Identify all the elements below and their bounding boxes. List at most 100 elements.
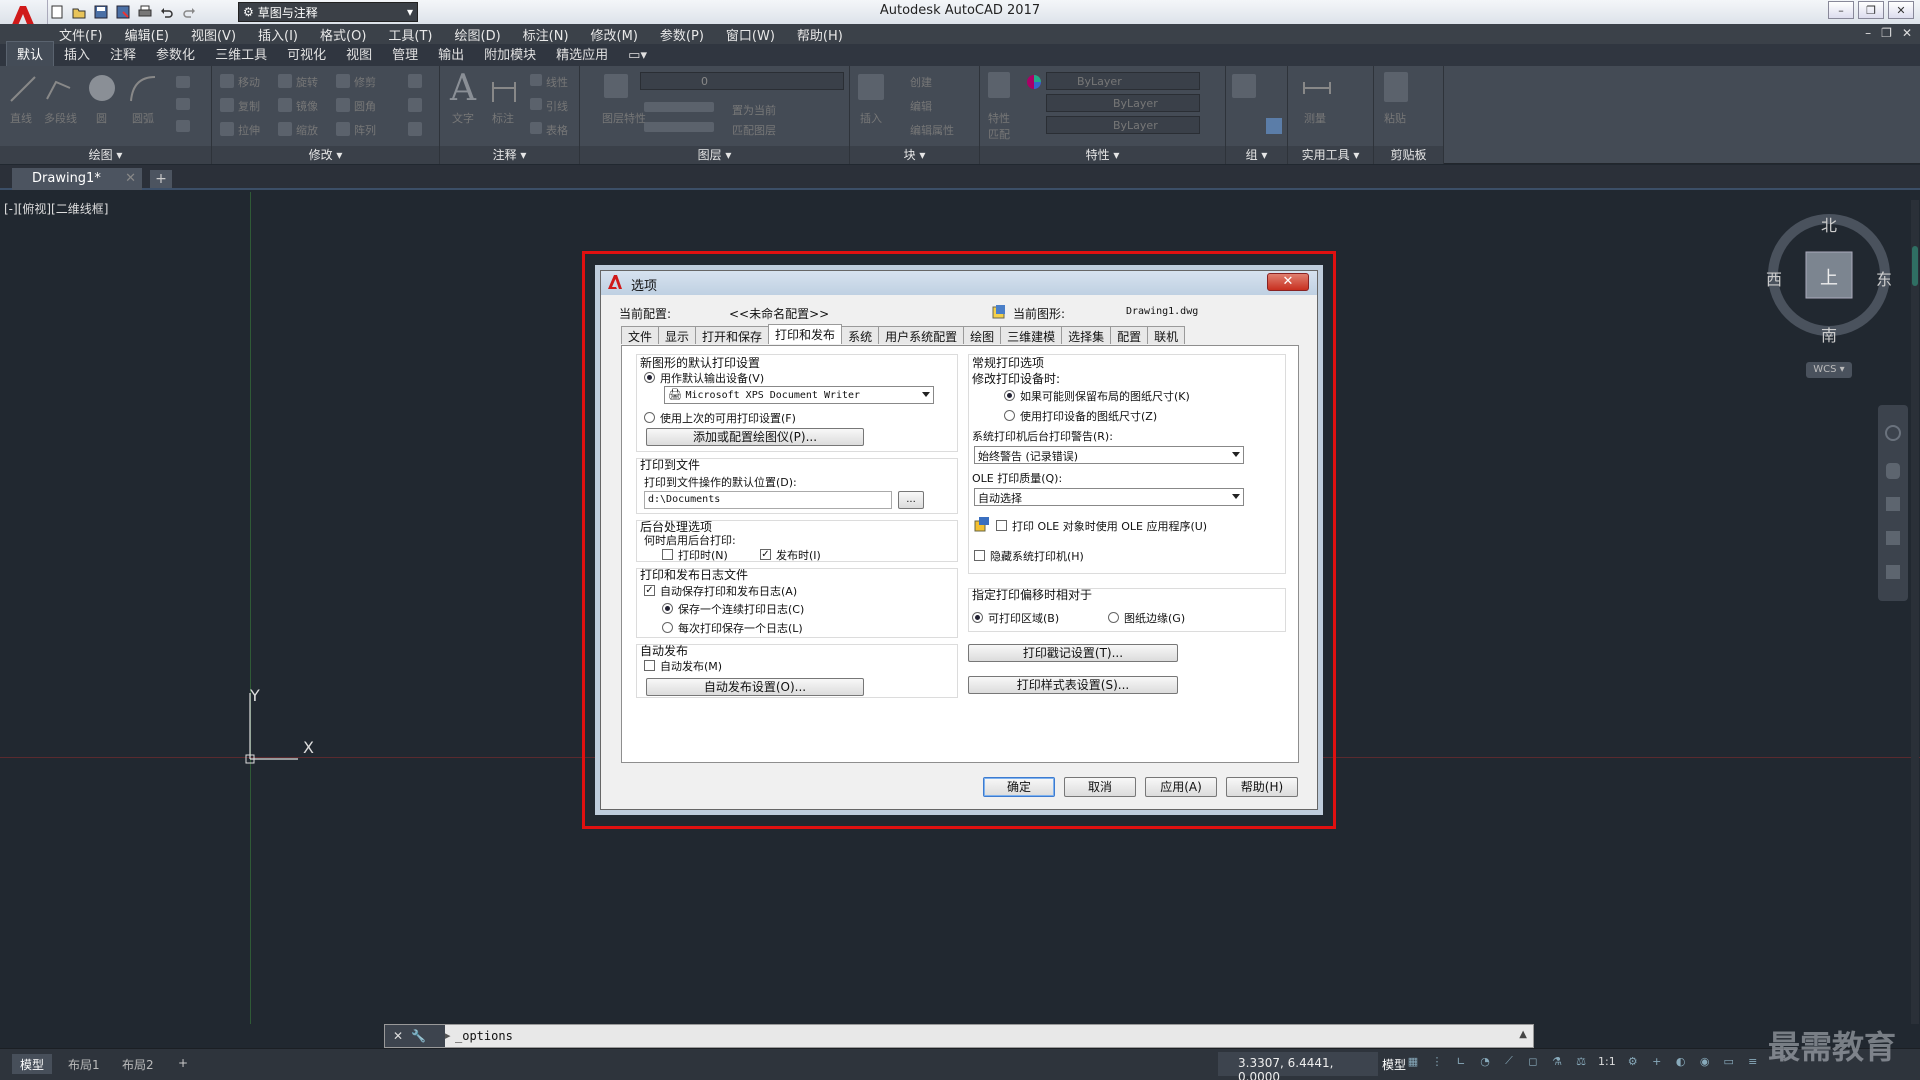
pan-hand-icon[interactable]	[1886, 463, 1900, 479]
isolate-objects-icon[interactable]: ◐	[1674, 1054, 1688, 1068]
close-button[interactable]: ✕	[1888, 1, 1914, 19]
keep-paper-size-radio[interactable]	[1004, 390, 1015, 401]
new-tab-button[interactable]: +	[150, 170, 172, 188]
file-tab-drawing1[interactable]: Drawing1* ✕	[12, 168, 142, 190]
polyline-tool-icon[interactable]	[44, 74, 74, 104]
osnap-icon[interactable]: ◻	[1526, 1054, 1540, 1068]
lineweight-dropdown[interactable]: ByLayer	[1046, 116, 1200, 134]
dimension-tool-icon[interactable]	[490, 74, 518, 104]
ok-button[interactable]: 确定	[983, 777, 1055, 797]
paste-icon[interactable]	[1384, 72, 1408, 102]
zoom-extents-icon[interactable]	[1886, 497, 1900, 511]
annotation-scale-icon[interactable]: ⚖	[1574, 1054, 1588, 1068]
customization-menu-icon[interactable]: ≡	[1746, 1054, 1760, 1068]
rotate-icon[interactable]	[278, 74, 292, 88]
hardware-acceleration-icon[interactable]: ◉	[1698, 1054, 1712, 1068]
layer-tools-row[interactable]	[644, 102, 714, 112]
plot-stamp-settings-button[interactable]: 打印戳记设置(T)...	[968, 644, 1178, 662]
minimize-button[interactable]: –	[1828, 1, 1854, 19]
autopublish-settings-button[interactable]: 自动发布设置(O)...	[646, 678, 864, 696]
wcs-menu[interactable]: WCS ▾	[1806, 362, 1852, 378]
tab-3d-modeling[interactable]: 三维建模	[1000, 326, 1063, 344]
ribbon-tab-7[interactable]: 管理	[382, 42, 428, 66]
apply-button[interactable]: 应用(A)	[1145, 777, 1217, 797]
bg-plot-checkbox[interactable]	[662, 549, 673, 560]
customize-icon[interactable]: 🔧	[411, 1029, 426, 1043]
table-icon[interactable]	[530, 122, 542, 134]
panel-title-layers[interactable]: 图层 ▾	[580, 146, 849, 164]
continuous-log-radio[interactable]	[662, 603, 673, 614]
panel-title-modify[interactable]: 修改 ▾	[212, 146, 439, 164]
plot-file-location-input[interactable]: d:\Documents	[644, 491, 892, 509]
array-icon[interactable]	[336, 122, 350, 136]
scrollbar-thumb[interactable]	[1912, 246, 1918, 286]
ribbon-tab-9[interactable]: 附加模块	[474, 42, 546, 66]
close-icon[interactable]: ✕	[393, 1029, 403, 1043]
menu-item-9[interactable]: 参数(P)	[649, 25, 715, 44]
layout-tab-2[interactable]: 布局2	[114, 1054, 162, 1074]
help-button[interactable]: 帮助(H)	[1226, 777, 1298, 797]
dialog-close-button[interactable]: ✕	[1267, 273, 1309, 291]
tab-open-save[interactable]: 打开和保存	[695, 326, 770, 344]
erase-icon[interactable]	[408, 74, 422, 88]
leader-icon[interactable]	[530, 98, 542, 110]
menu-item-3[interactable]: 插入(I)	[247, 25, 309, 44]
copy-icon[interactable]	[220, 98, 234, 112]
cancel-button[interactable]: 取消	[1064, 777, 1136, 797]
new-icon[interactable]	[48, 3, 66, 21]
chevron-up-icon[interactable]: ▲	[1519, 1029, 1527, 1040]
menu-item-7[interactable]: 标注(N)	[512, 25, 580, 44]
tab-files[interactable]: 文件	[621, 326, 660, 344]
panel-title-block[interactable]: 块 ▾	[850, 146, 979, 164]
ole-quality-select[interactable]: 自动选择	[974, 488, 1244, 506]
menu-item-8[interactable]: 修改(M)	[580, 25, 649, 44]
annotation-visibility-icon[interactable]: ⚗	[1550, 1054, 1564, 1068]
isodraft-icon[interactable]: ⟋	[1502, 1054, 1516, 1068]
ribbon-tab-10[interactable]: 精选应用	[546, 42, 618, 66]
ribbon-tab-8[interactable]: 输出	[428, 42, 474, 66]
compass-east[interactable]: 东	[1876, 266, 1892, 290]
viewport-controls[interactable]: [-][俯视][二维线框]	[4, 200, 108, 217]
line-tool-icon[interactable]	[8, 74, 38, 104]
ortho-icon[interactable]: ∟	[1454, 1054, 1468, 1068]
panel-title-utilities[interactable]: 实用工具 ▾	[1288, 146, 1373, 164]
output-device-select[interactable]: 🖨 Microsoft XPS Document Writer	[664, 386, 934, 404]
compass-south[interactable]: 南	[1821, 322, 1837, 346]
spool-alert-select[interactable]: 始终警告 (记录错误)	[974, 446, 1244, 464]
polar-icon[interactable]: ◔	[1478, 1054, 1492, 1068]
panel-title-clipboard[interactable]: 剪贴板	[1374, 146, 1443, 164]
hide-system-printers-checkbox[interactable]	[974, 550, 985, 561]
ribbon-tab-1[interactable]: 插入	[54, 42, 100, 66]
tab-user-preferences[interactable]: 用户系统配置	[878, 326, 965, 344]
offset-icon[interactable]	[408, 122, 422, 136]
paper-edge-radio[interactable]	[1108, 612, 1119, 623]
layout-tab-1[interactable]: 布局1	[60, 1054, 108, 1074]
ribbon-tab-2[interactable]: 注释	[100, 42, 146, 66]
layer-dropdown[interactable]: 0	[640, 72, 844, 90]
insert-block-icon[interactable]	[858, 74, 884, 100]
linetype-dropdown[interactable]: ByLayer	[1046, 94, 1200, 112]
print-icon[interactable]	[136, 3, 154, 21]
hatch-tool-icon[interactable]	[176, 98, 190, 110]
scale-icon[interactable]	[278, 122, 292, 136]
plus-icon[interactable]: +	[1650, 1054, 1664, 1068]
ole-app-checkbox[interactable]	[996, 520, 1007, 531]
panel-title-properties[interactable]: 特性 ▾	[980, 146, 1225, 164]
compass-west[interactable]: 西	[1766, 266, 1782, 290]
add-plotter-button[interactable]: 添加或配置绘图仪(P)...	[646, 428, 864, 446]
last-settings-radio[interactable]	[644, 412, 655, 423]
viewcube-top-face[interactable]: 上	[1820, 264, 1838, 290]
menu-item-6[interactable]: 绘图(D)	[444, 25, 512, 44]
explode-icon[interactable]	[408, 98, 422, 112]
stretch-icon[interactable]	[220, 122, 234, 136]
ribbon-minimize-button[interactable]: ▭▾	[618, 46, 657, 66]
menu-item-2[interactable]: 视图(V)	[180, 25, 247, 44]
move-icon[interactable]	[220, 74, 234, 88]
menu-item-10[interactable]: 窗口(W)	[715, 25, 786, 44]
add-layout-button[interactable]: +	[170, 1054, 196, 1074]
match-properties-icon[interactable]	[988, 72, 1010, 98]
menu-item-0[interactable]: 文件(F)	[48, 25, 114, 44]
vertical-scrollbar[interactable]	[1911, 200, 1919, 1024]
command-line[interactable]: ✕ 🔧 ▸ _options ▲	[384, 1024, 1534, 1048]
browse-button[interactable]: ...	[898, 491, 924, 509]
